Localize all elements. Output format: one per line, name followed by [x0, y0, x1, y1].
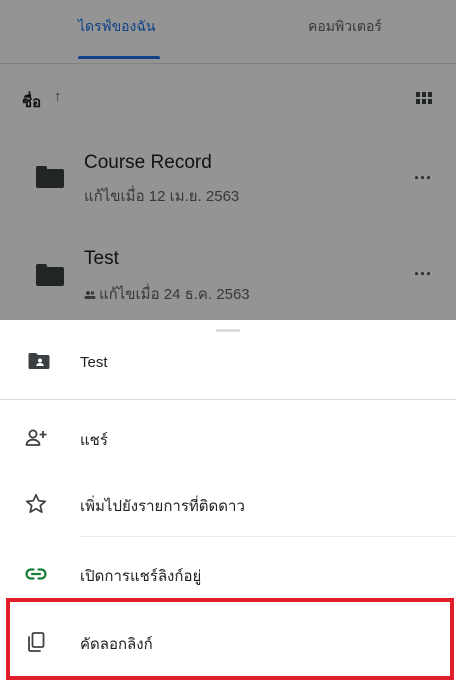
add-person-icon	[25, 429, 47, 446]
share-action[interactable]: แชร์	[0, 404, 456, 472]
add-to-starred-action[interactable]: เพิ่มไปยังรายการที่ติดดาว	[0, 470, 456, 538]
link-icon	[25, 568, 47, 580]
star-outline-icon	[25, 493, 47, 513]
modal-scrim[interactable]	[0, 0, 456, 320]
sheet-drag-handle[interactable]	[216, 329, 240, 332]
highlight-box	[6, 598, 454, 680]
drive-file-list-screen: ไดรฟ์ของฉัน คอมพิวเตอร์ ชื่อ ↑ Course Re…	[0, 0, 456, 320]
sheet-divider	[0, 399, 456, 400]
link-sharing-on-label: เปิดการแชร์ลิงก์อยู่	[80, 568, 202, 585]
sheet-title: Test	[80, 354, 108, 371]
sheet-divider-short	[80, 536, 456, 537]
share-label: แชร์	[80, 432, 108, 449]
add-to-starred-label: เพิ่มไปยังรายการที่ติดดาว	[80, 498, 245, 515]
shared-folder-icon	[28, 353, 50, 369]
sheet-header: Test	[0, 336, 456, 398]
